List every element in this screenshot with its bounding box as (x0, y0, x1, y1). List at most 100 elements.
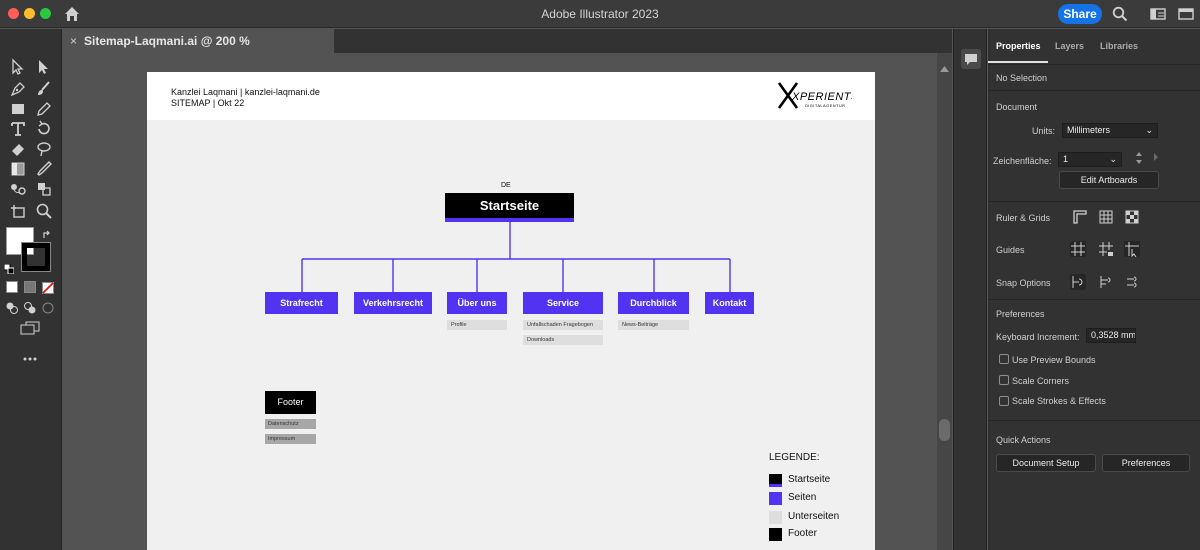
use-preview-bounds-checkbox[interactable] (999, 354, 1009, 364)
rulers-icon[interactable] (1072, 209, 1088, 225)
selection-tool-icon[interactable] (8, 57, 28, 77)
active-tab-underline (988, 61, 1048, 63)
rotate-tool-icon[interactable] (34, 119, 54, 139)
footer-subpage-datenschutz[interactable]: Datenschutz (265, 419, 316, 429)
subpage-profile[interactable]: Profile (447, 320, 507, 330)
document-setup-button[interactable]: Document Setup (996, 454, 1096, 472)
document-tab[interactable]: ×Sitemap-Laqmani.ai @ 200 % (RGB/Vorscha… (62, 29, 334, 72)
legend-label-footer: Footer (788, 528, 817, 539)
page-node-ueber-uns[interactable]: Über uns (447, 292, 507, 314)
zoom-tool-icon[interactable] (34, 201, 54, 221)
preferences-section-title: Preferences (996, 309, 1045, 319)
color-mode-icon[interactable] (6, 281, 18, 293)
eraser-tool-icon[interactable] (8, 139, 28, 159)
units-select[interactable]: Millimeters ⌄ (1062, 123, 1158, 138)
transparency-grid-icon[interactable] (1124, 209, 1140, 225)
grid-icon[interactable] (1098, 209, 1114, 225)
page-node-durchblick[interactable]: Durchblick (618, 292, 689, 314)
brush-tool-icon[interactable] (34, 79, 54, 99)
search-icon[interactable] (1112, 6, 1128, 22)
gradient-tool-icon[interactable] (8, 159, 28, 179)
edit-artboards-button[interactable]: Edit Artboards (1059, 171, 1159, 189)
lasso-tool-icon[interactable] (34, 139, 54, 159)
arrange-documents-icon[interactable] (1178, 6, 1194, 22)
keyboard-increment-label: Keyboard Increment: (996, 332, 1080, 342)
snap-to-glyph-icon[interactable] (1124, 274, 1140, 290)
blend-tool-icon[interactable] (8, 179, 28, 199)
close-tab-icon[interactable]: × (70, 29, 84, 53)
document-section-title: Document (996, 102, 1038, 112)
legend-label-seiten: Seiten (788, 492, 817, 503)
workspace-icon[interactable] (1150, 6, 1166, 22)
scale-corners-checkbox[interactable] (999, 375, 1009, 385)
legend-label-unterseiten: Unterseiten (788, 511, 840, 522)
properties-panel: Properties Layers Libraries No Selection… (988, 29, 1200, 550)
artboard-tool-icon[interactable] (8, 201, 28, 221)
subpage-downloads[interactable]: Downloads (523, 335, 603, 345)
panel-divider (988, 420, 1200, 421)
keyboard-increment-input[interactable]: 0,3528 mm (1086, 328, 1136, 343)
footer-node[interactable]: Footer (265, 391, 316, 414)
app-title: Adobe Illustrator 2023 (541, 7, 659, 21)
comments-icon[interactable] (961, 49, 981, 69)
draw-normal-icon[interactable] (6, 301, 18, 314)
scale-corners-label: Scale Corners (1012, 376, 1070, 386)
default-colors-icon[interactable] (3, 261, 15, 275)
legend-label-startseite: Startseite (788, 474, 831, 485)
rectangle-tool-icon[interactable] (8, 99, 28, 119)
artboard-stepper-icon[interactable] (1135, 150, 1143, 166)
subpage-unfallschaden-fragebogen[interactable]: Unfallschaden Fragebogen (523, 320, 603, 330)
draw-inside-icon[interactable] (42, 301, 54, 314)
scale-strokes-checkbox[interactable] (999, 396, 1009, 406)
show-guides-icon[interactable] (1070, 241, 1086, 257)
chevron-down-icon: ⌄ (1145, 125, 1153, 135)
direct-selection-tool-icon[interactable] (34, 57, 54, 77)
draw-behind-icon[interactable] (24, 301, 36, 314)
legend-swatch-startseite (769, 474, 782, 487)
footer-subpage-impressum[interactable]: Impressum (265, 434, 316, 444)
canvas-vertical-scrollbar[interactable] (937, 53, 952, 550)
snap-to-point-icon[interactable] (1070, 274, 1086, 290)
lock-guides-icon[interactable] (1098, 241, 1114, 257)
artboard-value: 1 (1063, 154, 1069, 164)
pencil-tool-icon[interactable] (34, 99, 54, 119)
swap-fill-stroke-icon[interactable] (42, 227, 52, 238)
stroke-swatch[interactable] (21, 242, 51, 272)
units-value: Millimeters (1067, 125, 1111, 135)
type-tool-icon[interactable] (8, 119, 28, 139)
ruler-grids-label: Ruler & Grids (996, 213, 1051, 223)
none-mode-icon[interactable] (42, 281, 54, 294)
pen-tool-icon[interactable] (8, 79, 28, 99)
page-node-kontakt[interactable]: Kontakt (705, 292, 754, 314)
next-artboard-icon[interactable] (1152, 152, 1160, 162)
artboard-select[interactable]: 1 ⌄ (1058, 152, 1122, 167)
subpage-news-beitraege[interactable]: News-Beiträge (618, 320, 689, 330)
shape-builder-tool-icon[interactable] (34, 179, 54, 199)
canvas[interactable]: Kanzlei Laqmani | kanzlei-laqmani.de SIT… (62, 53, 937, 550)
page-node-service[interactable]: Service (523, 292, 603, 314)
screen-mode-icon[interactable] (20, 321, 40, 335)
more-tools-icon[interactable] (22, 349, 38, 361)
page-node-verkehrsrecht[interactable]: Verkehrsrecht (354, 292, 432, 314)
units-label: Units: (1032, 126, 1056, 136)
snap-to-pixel-icon[interactable] (1098, 274, 1114, 290)
tab-layers[interactable]: Layers (1055, 41, 1084, 51)
tab-properties[interactable]: Properties (996, 41, 1041, 51)
scale-strokes-label: Scale Strokes & Effects (1012, 396, 1106, 406)
smart-guides-icon[interactable] (1124, 241, 1140, 258)
tab-libraries[interactable]: Libraries (1100, 41, 1138, 51)
eyedropper-tool-icon[interactable] (34, 159, 54, 179)
guides-label: Guides (996, 245, 1025, 255)
collapsed-panel-dock (953, 29, 987, 550)
gradient-mode-icon[interactable] (24, 281, 36, 293)
panel-divider (988, 64, 1200, 65)
start-page-node[interactable]: Startseite (445, 193, 574, 222)
page-node-strafrecht[interactable]: Strafrecht (265, 292, 338, 314)
preferences-button[interactable]: Preferences (1102, 454, 1190, 472)
share-button[interactable]: Share (1058, 4, 1102, 24)
artboard[interactable]: Kanzlei Laqmani | kanzlei-laqmani.de SIT… (147, 72, 875, 550)
scroll-up-icon[interactable] (940, 59, 949, 72)
sitemap-connectors (301, 222, 731, 292)
scroll-thumb[interactable] (939, 419, 950, 441)
panel-tabs: Properties Layers Libraries (988, 41, 1200, 61)
